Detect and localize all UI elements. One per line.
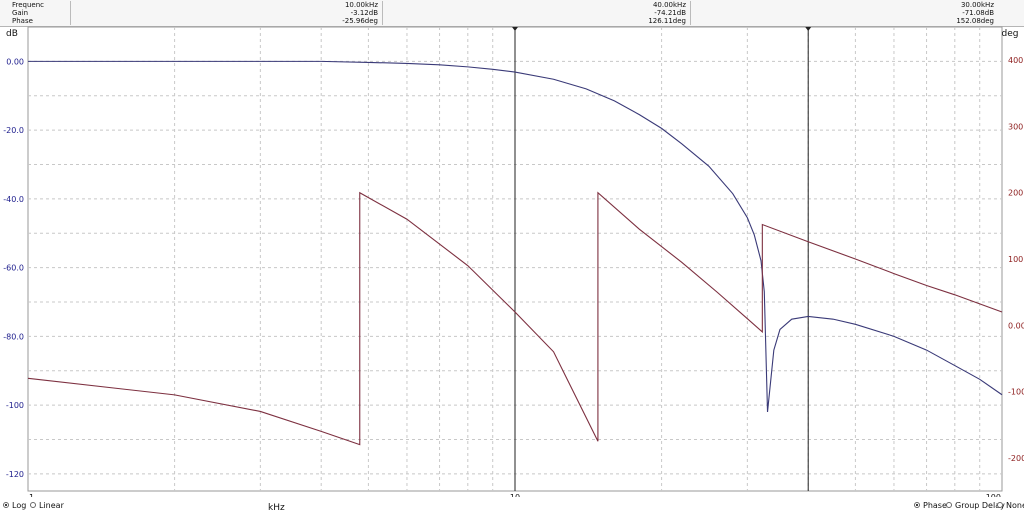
radio-log-label: Log: [12, 501, 27, 510]
y-right-tick-label: 300: [1008, 122, 1023, 131]
y-left-tick-label: -40.0: [3, 195, 24, 204]
x-axis-unit: kHz: [268, 503, 285, 513]
y-left-tick-label: -100: [6, 401, 24, 410]
y-left-tick-label: -80.0: [3, 332, 24, 341]
radio-group-delay[interactable]: [946, 502, 952, 508]
y-right-tick-label: -200: [1008, 454, 1024, 463]
radio-phase[interactable]: [914, 502, 920, 508]
y-left-tick-label: 0.00: [6, 57, 24, 66]
footer-bar: Log Linear kHz Phase Group Delay None: [0, 497, 1024, 513]
radio-none-label: None: [1006, 501, 1024, 510]
radio-log[interactable]: [3, 502, 9, 508]
y-left-tick-label: -60.0: [3, 264, 24, 273]
y-right-tick-label: 200: [1008, 189, 1023, 198]
y-left-axis-label: dB: [6, 29, 18, 39]
y-left-tick-label: -20.0: [3, 126, 24, 135]
bode-plot[interactable]: 0.00 -20.0 -40.0 -60.0 -80.0 -100 -120 400 300 20…: [0, 0, 1024, 497]
radio-none[interactable]: [997, 502, 1003, 508]
y-right-axis-label: deg: [1002, 29, 1019, 39]
radio-linear[interactable]: [30, 502, 36, 508]
y-right-tick-label: 400: [1008, 56, 1023, 65]
y-left-tick-label: -120: [6, 470, 24, 479]
radio-linear-label: Linear: [39, 501, 64, 510]
y-right-tick-label: -100: [1008, 388, 1024, 397]
y-right-tick-label: 100: [1008, 255, 1023, 264]
radio-phase-label: Phase: [923, 501, 947, 510]
y-right-tick-label: 0.00: [1008, 321, 1024, 330]
